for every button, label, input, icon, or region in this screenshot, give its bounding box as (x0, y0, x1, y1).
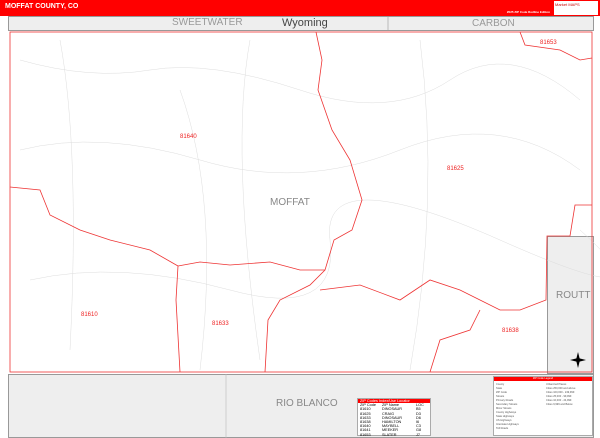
neighbor-sweetwater: SWEETWATER (172, 17, 243, 28)
map-canvas (9, 16, 600, 438)
zip-label: 81633 (212, 321, 229, 327)
north-arrow-icon (570, 352, 586, 368)
streets (19, 39, 600, 371)
county-label: MOFFAT (270, 197, 310, 208)
neighbor-wyoming: Wyoming (282, 17, 328, 29)
table-row: 81653 SLATER J7 (360, 432, 421, 437)
zip-label: 81638 (502, 328, 519, 334)
zip-label: 81610 (81, 312, 98, 318)
neighbor-routt: ROUTT (556, 290, 591, 301)
zip-label: 81653 (540, 40, 557, 46)
legend-lines: County State ZIP Code Streets Primary Roads S… (496, 383, 519, 430)
legend-places: Urbanized Places Cities 250,000 and above… (546, 383, 576, 406)
zip-label: 81625 (447, 166, 464, 172)
legend-title: ZIP Code Legend (494, 377, 592, 381)
neighbor-carbon: CARBON (472, 18, 515, 29)
neighbor-rio-blanco: RIO BLANCO (276, 398, 338, 409)
zip-label: 81640 (180, 134, 197, 140)
map-legend: ZIP Code Legend County State ZIP Code Stree… (493, 376, 593, 436)
zip-index-table: ZIP Codes Index/Use Locator ZIP Code ZIP … (357, 398, 431, 437)
